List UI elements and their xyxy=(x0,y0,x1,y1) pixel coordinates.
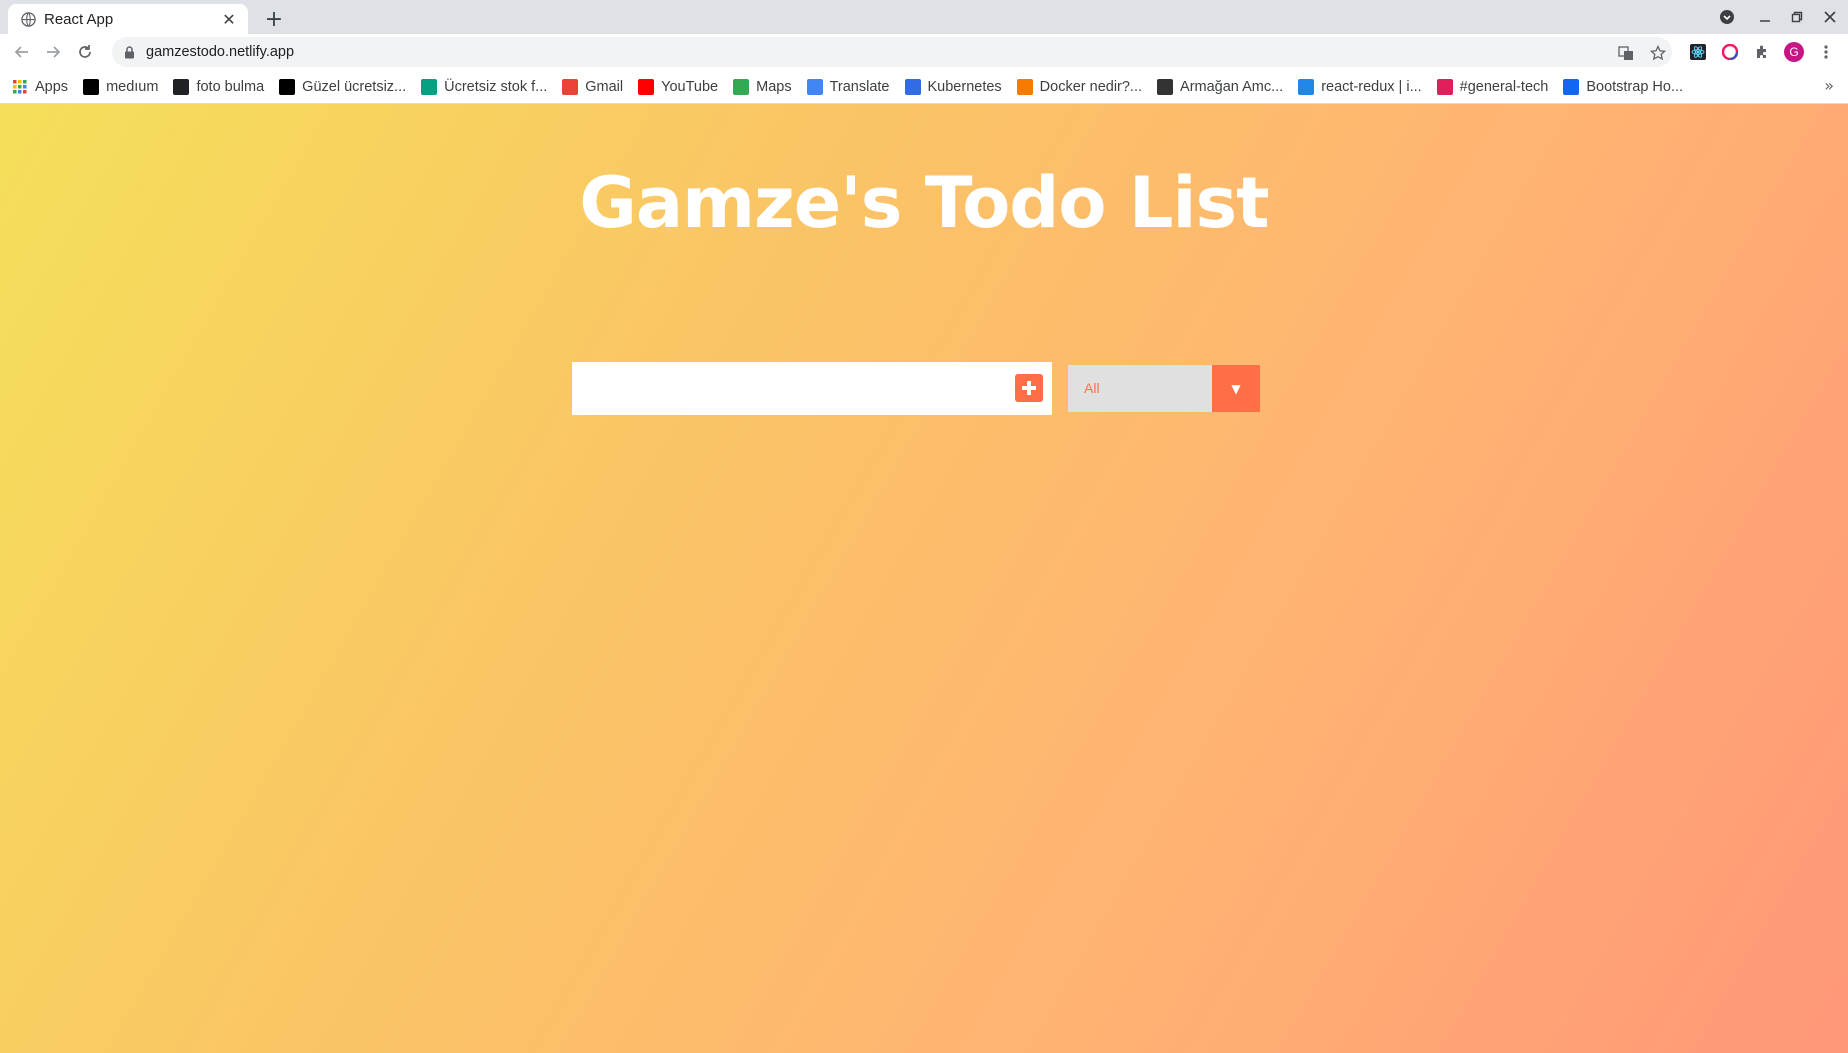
bookmark-label: Ücretsiz stok f... xyxy=(444,78,548,95)
apps-grid-icon xyxy=(12,79,28,95)
gmail-icon xyxy=(562,78,579,95)
bookmark-label: Docker nedir?... xyxy=(1039,78,1143,95)
chrome-menu-icon[interactable] xyxy=(1816,42,1836,62)
tab-title: React App xyxy=(44,10,114,28)
pexels-icon xyxy=(421,78,438,95)
bookmark-label: Apps xyxy=(35,78,69,95)
minimize-icon[interactable] xyxy=(1750,0,1780,34)
bookmark-label: medıum xyxy=(106,78,159,95)
bookmark-item[interactable]: Armağan Amc... xyxy=(1157,75,1283,99)
bookmarks-overflow-icon[interactable]: » xyxy=(1824,76,1834,95)
bookmark-label: foto bulma xyxy=(196,78,265,95)
kubernetes-icon xyxy=(904,78,921,95)
bookmark-label: #general-tech xyxy=(1459,78,1549,95)
bookmark-item[interactable]: Docker nedir?... xyxy=(1016,75,1143,99)
bookmark-label: Bootstrap Ho... xyxy=(1586,78,1684,95)
bookmark-item[interactable]: Gmail xyxy=(562,75,623,99)
bookmark-label: Translate xyxy=(829,78,890,95)
armagan-icon xyxy=(1157,78,1174,95)
forward-icon[interactable] xyxy=(39,38,67,66)
bookmark-label: YouTube xyxy=(661,78,719,95)
bookmark-item[interactable]: Bootstrap Ho... xyxy=(1563,75,1683,99)
react-devtools-icon[interactable] xyxy=(1688,42,1708,62)
react-redux-icon xyxy=(1298,78,1315,95)
reload-icon[interactable] xyxy=(71,38,99,66)
add-todo-button[interactable] xyxy=(1015,374,1043,402)
mdb-icon xyxy=(1563,78,1580,95)
page-title: Gamze's Todo List xyxy=(579,162,1269,244)
bookmark-item[interactable]: Translate xyxy=(806,75,890,99)
todo-page: Gamze's Todo List All ▼ xyxy=(0,104,1848,1053)
medium-icon xyxy=(83,78,100,95)
bookmark-item[interactable]: Ücretsiz stok f... xyxy=(421,75,547,99)
bookmarks-bar: Apps medıum foto bulma Güzel ücretsiz... Ücr… xyxy=(0,70,1848,104)
bookmark-item[interactable]: medıum xyxy=(83,75,158,99)
docker-icon xyxy=(1016,78,1033,95)
slack-icon xyxy=(1436,78,1453,95)
foto-bulma-icon xyxy=(173,78,190,95)
chevron-down-icon[interactable]: ▼ xyxy=(1212,365,1260,412)
address-bar[interactable]: gamzestodo.netlify.app xyxy=(112,37,1672,67)
tab-search-icon[interactable] xyxy=(1712,0,1742,34)
tab-react-app[interactable]: React App ✕ xyxy=(8,4,248,34)
extensions-puzzle-icon[interactable] xyxy=(1752,42,1772,62)
youtube-icon xyxy=(638,78,655,95)
bookmark-star-icon[interactable] xyxy=(1648,43,1668,63)
bookmark-item[interactable]: YouTube xyxy=(638,75,718,99)
url-text: gamzestodo.netlify.app xyxy=(146,44,295,60)
filter-select[interactable]: All ▼ xyxy=(1068,365,1260,412)
todo-form xyxy=(572,362,1052,415)
new-tab-button[interactable]: + xyxy=(260,5,288,33)
bookmark-label: Güzel ücretsiz... xyxy=(302,78,407,95)
bookmark-item[interactable]: Kubernetes xyxy=(904,75,1002,99)
bookmark-item[interactable]: Apps xyxy=(12,75,68,99)
bookmark-label: Kubernetes xyxy=(927,78,1002,95)
bookmark-item[interactable]: foto bulma xyxy=(173,75,264,99)
tab-strip: React App ✕ + xyxy=(0,0,1848,34)
bookmark-item[interactable]: react-redux | i... xyxy=(1298,75,1422,99)
translate-page-icon[interactable] xyxy=(1616,43,1636,63)
browser-toolbar: gamzestodo.netlify.app G xyxy=(0,34,1848,70)
maps-icon xyxy=(733,78,750,95)
color-picker-extension-icon[interactable] xyxy=(1720,42,1740,62)
unsplash-icon xyxy=(279,78,296,95)
globe-icon xyxy=(20,11,36,27)
profile-avatar-icon[interactable]: G xyxy=(1784,42,1804,62)
bookmark-item[interactable]: Güzel ücretsiz... xyxy=(279,75,406,99)
bookmark-label: Maps xyxy=(756,78,792,95)
translate-icon xyxy=(806,78,823,95)
back-icon[interactable] xyxy=(8,38,36,66)
close-window-icon[interactable] xyxy=(1815,0,1845,34)
close-tab-icon[interactable]: ✕ xyxy=(220,10,238,29)
filter-selected-value: All xyxy=(1084,380,1100,396)
todo-input[interactable] xyxy=(572,362,992,415)
plus-icon xyxy=(1022,381,1036,395)
bookmark-label: react-redux | i... xyxy=(1321,78,1422,95)
bookmark-item[interactable]: #general-tech xyxy=(1436,75,1549,99)
bookmark-item[interactable]: Maps xyxy=(733,75,792,99)
restore-icon[interactable] xyxy=(1782,0,1812,34)
lock-icon xyxy=(122,45,136,59)
bookmark-label: Gmail xyxy=(585,78,624,95)
bookmark-label: Armağan Amc... xyxy=(1180,78,1284,95)
